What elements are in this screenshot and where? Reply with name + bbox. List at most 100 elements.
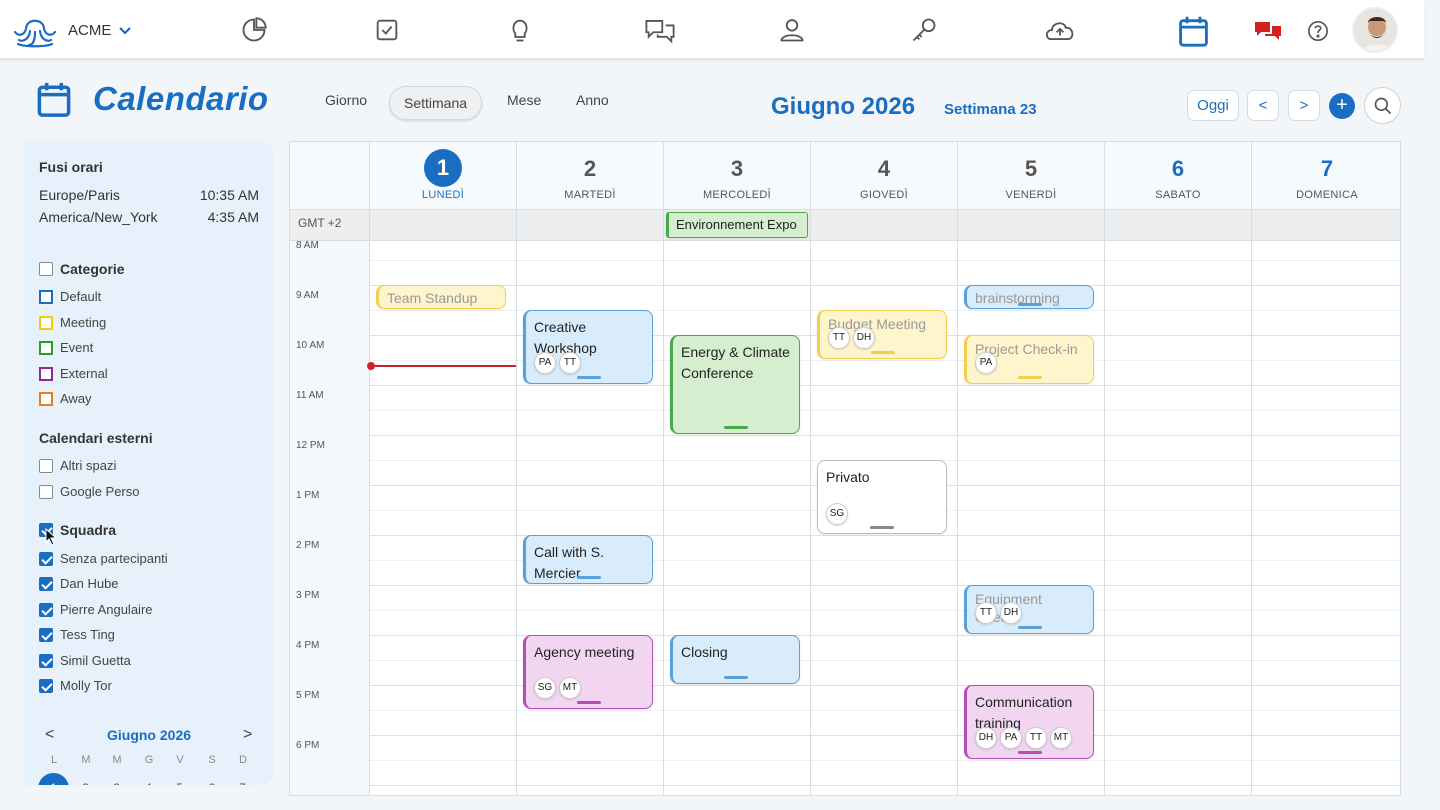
pie-chart-icon[interactable] [240,16,268,44]
hour-line [369,635,1400,636]
team-member-item[interactable]: Senza partecipanti [39,551,168,566]
mini-calendar-weekday: M [112,754,122,766]
event-call-with-s-mercier[interactable]: Call with S. Mercier [523,535,653,584]
tasks-checkbox-icon[interactable] [373,16,401,44]
hour-label: 8 AM [296,240,319,251]
external-calendar-checkbox[interactable] [39,484,53,499]
user-avatar[interactable] [1352,7,1398,53]
event-privato[interactable]: Privato SG [817,460,947,534]
external-calendar-checkbox[interactable] [39,458,53,473]
event-equipment-check[interactable]: Equipment Check TT DH [964,585,1094,634]
day-header-wednesday[interactable]: 3 MERCOLEDÌ [663,142,810,209]
mini-calendar-day[interactable]: 4 [133,773,164,785]
prev-week-button[interactable]: < [1247,90,1279,121]
mini-calendar-next[interactable]: > [243,726,252,744]
mini-calendar-prev[interactable]: < [45,726,54,744]
all-day-event[interactable]: Environnement Expo [666,212,808,238]
lightbulb-icon[interactable] [506,16,534,44]
day-number: 5 [1024,156,1038,181]
category-label: Event [60,340,94,355]
day-header-tuesday[interactable]: 2 MARTEDÌ [516,142,663,209]
category-event[interactable]: Event [39,340,93,355]
event-team-standup[interactable]: Team Standup [376,285,506,309]
category-color-swatch [39,315,53,330]
day-header-monday[interactable]: 1 LUNEDÌ [369,142,516,209]
day-header-friday[interactable]: 5 VENERDÌ [957,142,1104,209]
team-heading: Squadra [60,522,117,538]
category-label: Meeting [60,315,107,330]
team-member-item[interactable]: Tess Ting [39,627,115,642]
event-creative-workshop[interactable]: Creative Workshop PA TT [523,310,653,384]
event-agency-meeting[interactable]: Agency meeting SG MT [523,635,653,709]
attendee-avatar: DH [975,727,997,749]
category-away[interactable]: Away [39,391,92,406]
tab-week[interactable]: Settimana [389,86,483,120]
categories-toggle[interactable]: Categorie [39,261,125,277]
team-member-checkbox[interactable] [39,602,53,617]
user-profile-icon[interactable] [778,16,806,44]
category-meeting[interactable]: Meeting [39,315,106,330]
hour-label: 3 PM [296,590,320,601]
mini-calendar-day[interactable]: 3 [101,773,132,785]
day-name: MARTEDÌ [564,189,616,201]
tab-month[interactable]: Mese [507,92,541,108]
team-member-item[interactable]: Pierre Angulaire [39,602,153,617]
team-member-checkbox[interactable] [39,678,53,693]
mini-calendar-day[interactable]: 1 [38,773,69,785]
cloud-upload-icon[interactable] [1043,16,1077,44]
event-title: Communication training [975,694,1073,731]
today-button[interactable]: Oggi [1187,90,1239,121]
event-brainstorming[interactable]: brainstorming [964,285,1094,309]
team-member-checkbox[interactable] [39,627,53,642]
external-calendar-item[interactable]: Google Perso [39,484,140,499]
help-icon[interactable] [1307,20,1329,42]
event-closing[interactable]: Closing [670,635,800,684]
team-member-item[interactable]: Dan Hube [39,576,119,591]
messages-icon[interactable] [1253,19,1283,43]
tab-year[interactable]: Anno [576,92,609,108]
hour-line [369,535,1400,536]
next-week-button[interactable]: > [1288,90,1320,121]
external-calendar-item[interactable]: Altri spazi [39,458,116,473]
team-member-label: Senza partecipanti [60,551,168,566]
mini-calendar-day[interactable]: 7 [227,773,258,785]
event-attendees: SG [826,503,848,525]
mini-calendar-day[interactable]: 2 [70,773,101,785]
mini-calendar-day[interactable]: 6 [196,773,227,785]
add-event-button[interactable]: + [1329,93,1355,119]
team-member-checkbox[interactable] [39,576,53,591]
team-member-checkbox[interactable] [39,653,53,668]
calendar-icon[interactable] [1178,14,1209,48]
brand-switcher[interactable]: ACME [12,10,133,50]
team-member-item[interactable]: Simil Guetta [39,653,131,668]
chat-bubbles-icon[interactable] [643,16,677,44]
tab-day[interactable]: Giorno [325,92,367,108]
half-hour-line [369,760,1400,761]
category-default[interactable]: Default [39,289,101,304]
day-header-saturday[interactable]: 6 SABATO [1104,142,1251,209]
attendee-avatar: SG [826,503,848,525]
event-category-indicator [577,376,601,379]
category-label: External [60,366,108,381]
mini-calendar-title: Giugno 2026 [107,727,192,743]
mini-calendar-day[interactable]: 5 [164,773,195,785]
day-header-thursday[interactable]: 4 GIOVEDÌ [810,142,957,209]
event-category-indicator [871,351,895,354]
key-icon[interactable] [910,16,938,44]
octopus-logo-icon [13,19,57,48]
team-member-checkbox[interactable] [39,551,53,566]
event-budget-meeting[interactable]: Budget Meeting TT DH [817,310,947,359]
attendee-avatar: DH [1000,602,1022,624]
event-energy-climate-conference[interactable]: Energy & Climate Conference [670,335,800,434]
current-week-label: Settimana 23 [944,101,1037,118]
day-name: GIOVEDÌ [860,189,908,201]
categories-checkbox[interactable] [39,262,53,276]
event-project-check-in[interactable]: Project Check-in PA [964,335,1094,384]
search-button[interactable] [1364,87,1401,124]
team-member-item[interactable]: Molly Tor [39,678,112,693]
half-hour-line [369,260,1400,261]
corner-cell [290,142,369,209]
day-header-sunday[interactable]: 7 DOMENICA [1251,142,1400,209]
event-communication-training[interactable]: Communication training DH PA TT MT [964,685,1094,759]
category-external[interactable]: External [39,366,108,381]
